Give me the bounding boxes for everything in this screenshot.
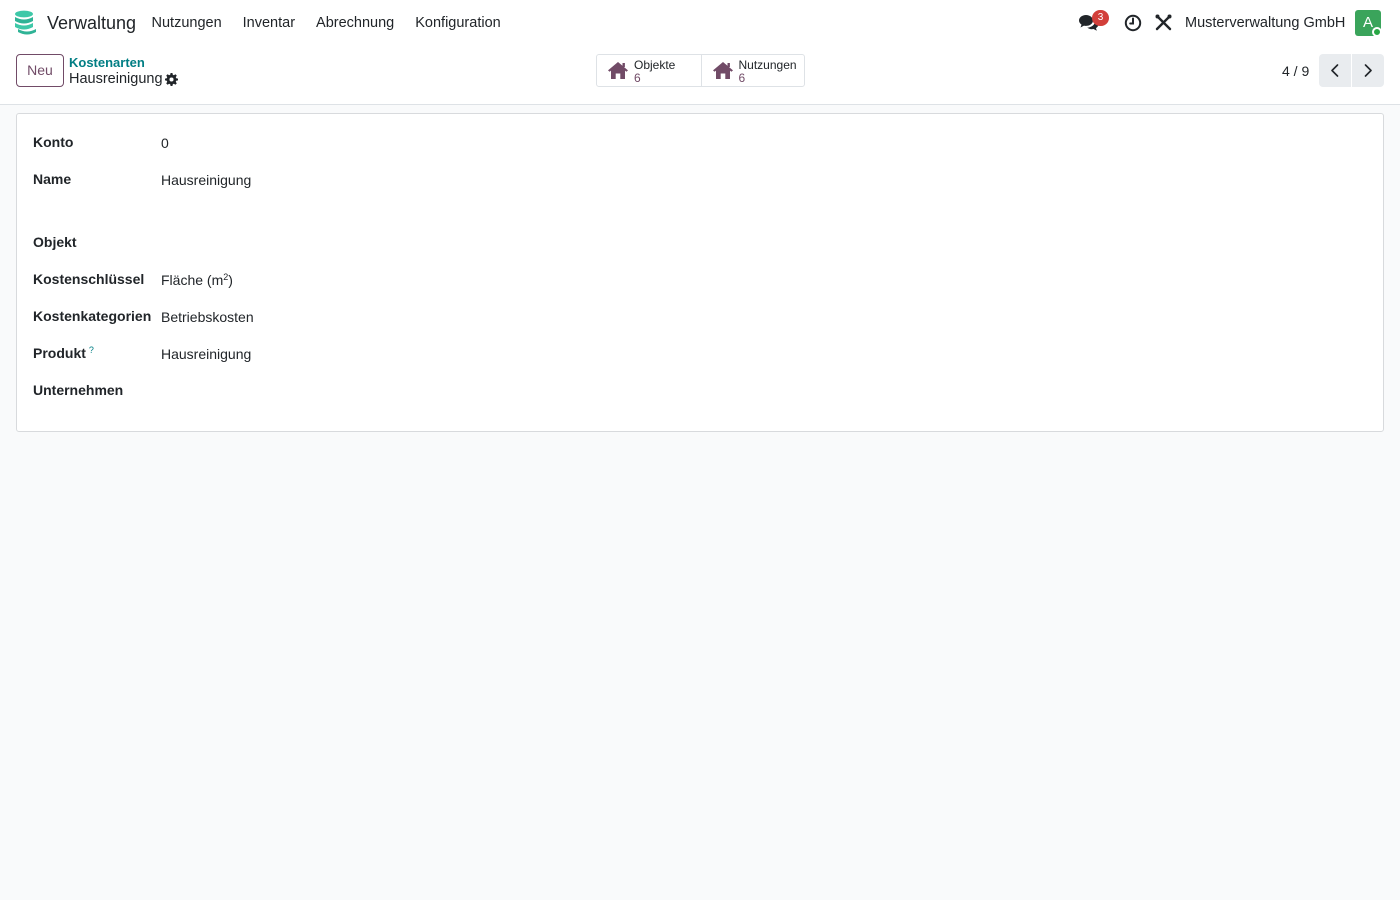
breadcrumb-parent[interactable]: Kostenarten [69,55,145,70]
gear-icon[interactable] [165,73,178,86]
smart-button-objekte[interactable]: Objekte 6 [597,55,701,86]
label-produkt: Produkt? [33,345,94,361]
label-konto: Konto [33,134,74,150]
label-name: Name [33,171,72,187]
menu-item-abrechnung[interactable]: Abrechnung [306,0,405,46]
smart-button-count: 6 [738,71,746,85]
field-unternehmen[interactable] [161,383,361,401]
field-objekt[interactable] [161,235,361,253]
kostenschluessel-value-end: ) [228,272,233,288]
kostenschluessel-value: Fläche (m [161,272,224,288]
menu-item-inventar[interactable]: Inventar [232,0,305,46]
chevron-right-icon [1364,64,1372,77]
messages-badge: 3 [1092,10,1109,26]
control-panel: Neu Kostenarten Hausreinigung Objekte 6 … [0,46,1400,105]
field-name[interactable]: Hausreinigung [161,172,251,188]
menu-item-nutzungen[interactable]: Nutzungen [141,0,232,46]
stacked-coins-icon[interactable] [14,10,38,36]
field-kostenschluessel[interactable]: Fläche (m2) [161,272,233,288]
label-objekt: Objekt [33,234,77,250]
field-konto[interactable]: 0 [161,135,169,151]
app-name[interactable]: Verwaltung [47,13,136,34]
clock-icon[interactable] [1124,14,1142,32]
pager-value[interactable]: 4 / 9 [1282,63,1309,79]
tools-icon[interactable] [1155,14,1172,31]
new-button[interactable]: Neu [16,54,64,87]
company-switcher[interactable]: Musterverwaltung GmbH [1185,15,1345,31]
smart-buttons: Objekte 6 Nutzungen 6 [596,54,805,87]
form-sheet: Konto 0 Name Hausreinigung Objekt Kosten… [16,113,1384,432]
label-unternehmen: Unternehmen [33,382,124,398]
record-name: Hausreinigung [69,71,163,87]
label-produkt-text: Produkt [33,345,86,361]
house-icon [608,62,628,79]
label-kostenschluessel: Kostenschlüssel [33,271,145,287]
smart-button-nutzungen[interactable]: Nutzungen 6 [700,55,805,86]
pager-previous-button[interactable] [1319,54,1351,87]
field-kostenkategorien[interactable]: Betriebskosten [161,309,254,325]
menu-item-konfiguration[interactable]: Konfiguration [405,0,511,46]
help-tooltip-icon[interactable]: ? [89,345,94,355]
label-kostenkategorien: Kostenkategorien [33,308,152,324]
smart-button-label: Nutzungen [738,58,797,72]
smart-button-label: Objekte [634,58,676,72]
main-menu: Nutzungen Inventar Abrechnung Konfigurat… [141,0,511,46]
house-icon [712,62,733,79]
top-navbar: Verwaltung Nutzungen Inventar Abrechnung… [0,0,1400,46]
field-produkt[interactable]: Hausreinigung [161,346,251,362]
online-status-dot [1372,27,1382,37]
smart-button-count: 6 [634,71,641,85]
chevron-left-icon [1331,64,1339,77]
pager-next-button[interactable] [1352,54,1384,87]
